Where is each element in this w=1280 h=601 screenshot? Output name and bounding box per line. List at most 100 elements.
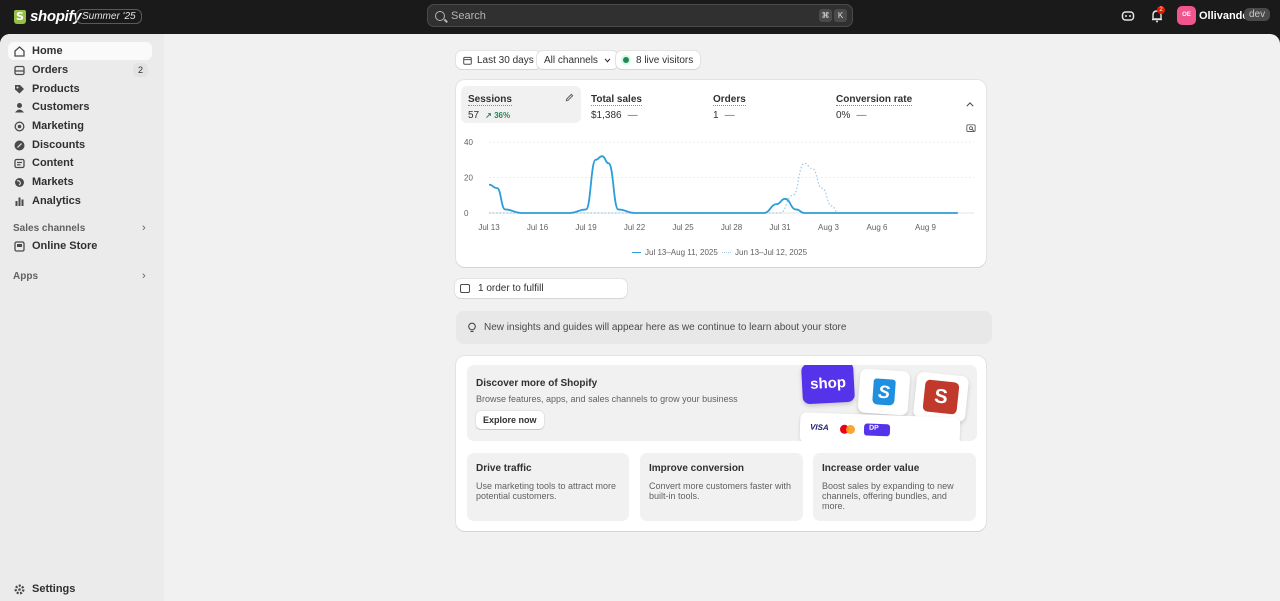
sidebar-item-settings[interactable]: Settings xyxy=(8,580,152,598)
chevron-right-icon[interactable]: › xyxy=(142,270,146,282)
channel-label: All channels xyxy=(544,54,598,66)
live-visitors-label: 8 live visitors xyxy=(636,54,694,66)
date-range-picker[interactable]: Last 30 days xyxy=(456,51,541,69)
tile-text: Use marketing tools to attract more pote… xyxy=(476,481,617,501)
y-tick-label: 40 xyxy=(464,138,473,147)
legend-item[interactable]: Jul 13–Aug 11, 2025 xyxy=(632,248,718,257)
metric-total-sales[interactable]: Total sales $1,386 — xyxy=(584,86,704,123)
sidebar-item-online-store[interactable]: Online Store xyxy=(8,237,152,255)
metric-label: Conversion rate xyxy=(836,94,913,106)
sidebar-item-label: Marketing xyxy=(32,120,84,132)
x-tick-label: Jul 16 xyxy=(527,223,549,232)
legend-label: Jul 13–Aug 11, 2025 xyxy=(645,248,718,257)
metric-label: Total sales xyxy=(591,94,642,106)
sessions-chart: 40 20 0 Jul 13 Jul 16 Jul 19 Jul 22 Jul 25 Jul 2… xyxy=(464,138,974,232)
orders-to-fulfill-button[interactable]: 1 order to fulfill xyxy=(455,279,627,298)
mastercard-icon xyxy=(845,424,856,435)
sidebar-item-content[interactable]: Content xyxy=(8,154,152,172)
sidebar-item-label: Markets xyxy=(32,176,74,188)
current-period-line xyxy=(488,155,958,214)
sidebar-item-analytics[interactable]: Analytics xyxy=(8,192,152,210)
y-tick-label: 0 xyxy=(464,209,469,218)
y-tick-label: 20 xyxy=(464,174,473,183)
store-icon xyxy=(14,240,25,252)
sidebar-item-label: Customers xyxy=(32,101,90,113)
sidebar-item-marketing[interactable]: Marketing xyxy=(8,117,152,135)
sidebar-item-label: Discounts xyxy=(32,139,86,151)
fulfill-label: 1 order to fulfill xyxy=(478,283,544,294)
home-icon xyxy=(14,45,25,57)
sidekick-icon[interactable] xyxy=(1121,9,1135,23)
legend-label: Jun 13–Jul 12, 2025 xyxy=(735,248,808,257)
sidebar-item-customers[interactable]: Customers xyxy=(8,98,152,116)
metric-value: 1 xyxy=(713,110,719,121)
sidebar-item-home[interactable]: Home xyxy=(8,42,152,60)
metric-value: 0% xyxy=(836,110,851,121)
sidebar-item-label: Settings xyxy=(32,583,76,595)
visa-logo: VISA xyxy=(809,422,829,433)
sales-channels-title[interactable]: Sales channels xyxy=(13,223,85,234)
sidebar-item-label: Orders xyxy=(32,64,69,76)
x-tick-label: Jul 25 xyxy=(672,223,694,232)
discover-subtitle: Browse features, apps, and sales channel… xyxy=(476,394,738,404)
sidebar: Home Orders 2 Products Customers Marketi… xyxy=(0,34,164,601)
metric-value: 57 xyxy=(468,110,480,121)
explore-now-button[interactable]: Explore now xyxy=(476,411,544,429)
apps-title[interactable]: Apps xyxy=(13,271,38,282)
live-visitors-button[interactable]: 8 live visitors xyxy=(616,51,701,69)
main-frame: Home Orders 2 Products Customers Marketi… xyxy=(0,34,1280,601)
legend-swatch xyxy=(722,252,731,253)
shop-app-tile: shop xyxy=(800,365,856,405)
drive-traffic-tile[interactable]: Drive traffic Use marketing tools to att… xyxy=(467,453,629,521)
increase-order-value-tile[interactable]: Increase order value Boost sales by expa… xyxy=(813,453,976,521)
metric-orders[interactable]: Orders 1 — xyxy=(706,86,826,123)
logo-text: shopify xyxy=(30,8,82,25)
metric-trend: — xyxy=(724,110,735,121)
x-tick-label: Aug 6 xyxy=(867,223,888,232)
chevron-right-icon[interactable]: › xyxy=(142,222,146,234)
metric-trend: ↗ 36% xyxy=(485,111,511,120)
sidebar-item-label: Home xyxy=(32,45,63,57)
inbox-icon xyxy=(14,65,25,75)
tile-text: Convert more customers faster with built… xyxy=(649,481,792,501)
insight-banner: New insights and guides will appear here… xyxy=(456,311,992,344)
sidebar-item-orders[interactable]: Orders 2 xyxy=(8,61,152,79)
metric-conversion-rate[interactable]: Conversion rate 0% — xyxy=(829,86,949,123)
search-bar[interactable]: Search ⌘ K xyxy=(427,4,853,27)
tile-title: Increase order value xyxy=(822,463,920,474)
improve-conversion-tile[interactable]: Improve conversion Convert more customer… xyxy=(640,453,803,521)
legend-item[interactable]: Jun 13–Jul 12, 2025 xyxy=(722,248,807,257)
payment-methods-tile: VISA DP xyxy=(799,412,961,441)
shopify-bag-icon: S xyxy=(872,378,896,406)
tile-title: Drive traffic xyxy=(476,463,532,474)
content-icon xyxy=(14,158,25,168)
bar-chart-icon xyxy=(15,197,24,206)
metric-sessions[interactable]: Sessions 57 ↗ 36% xyxy=(461,86,581,123)
discover-hero: Discover more of Shopify Browse features… xyxy=(467,365,977,441)
channel-selector[interactable]: All channels xyxy=(537,51,618,69)
edition-badge: Summer '25 xyxy=(76,9,142,24)
sidebar-item-discounts[interactable]: Discounts xyxy=(8,136,152,154)
shop-app-label: shop xyxy=(809,373,847,393)
sidebar-item-products[interactable]: Products xyxy=(8,80,152,98)
shopify-logo[interactable]: shopify xyxy=(14,8,82,25)
dev-badge: dev xyxy=(1244,8,1271,21)
app-tile: S xyxy=(912,371,970,423)
sidebar-item-label: Online Store xyxy=(32,240,98,252)
tile-title: Improve conversion xyxy=(649,463,745,474)
discover-title: Discover more of Shopify xyxy=(476,378,598,389)
x-tick-label: Jul 31 xyxy=(769,223,791,232)
metric-value: $1,386 xyxy=(591,110,622,121)
metric-label: Orders xyxy=(713,94,746,106)
x-tick-label: Aug 9 xyxy=(915,223,936,232)
chevron-up-icon[interactable] xyxy=(966,102,974,107)
person-icon xyxy=(15,102,24,112)
shopify-bag-icon xyxy=(14,9,26,24)
k-key: K xyxy=(834,9,847,22)
x-tick-label: Jul 19 xyxy=(575,223,597,232)
sidebar-item-markets[interactable]: Markets xyxy=(8,173,152,191)
pencil-icon[interactable] xyxy=(565,93,574,102)
metric-label: Sessions xyxy=(468,94,512,106)
legend-swatch xyxy=(632,252,641,253)
avatar[interactable]: OE xyxy=(1177,6,1196,25)
